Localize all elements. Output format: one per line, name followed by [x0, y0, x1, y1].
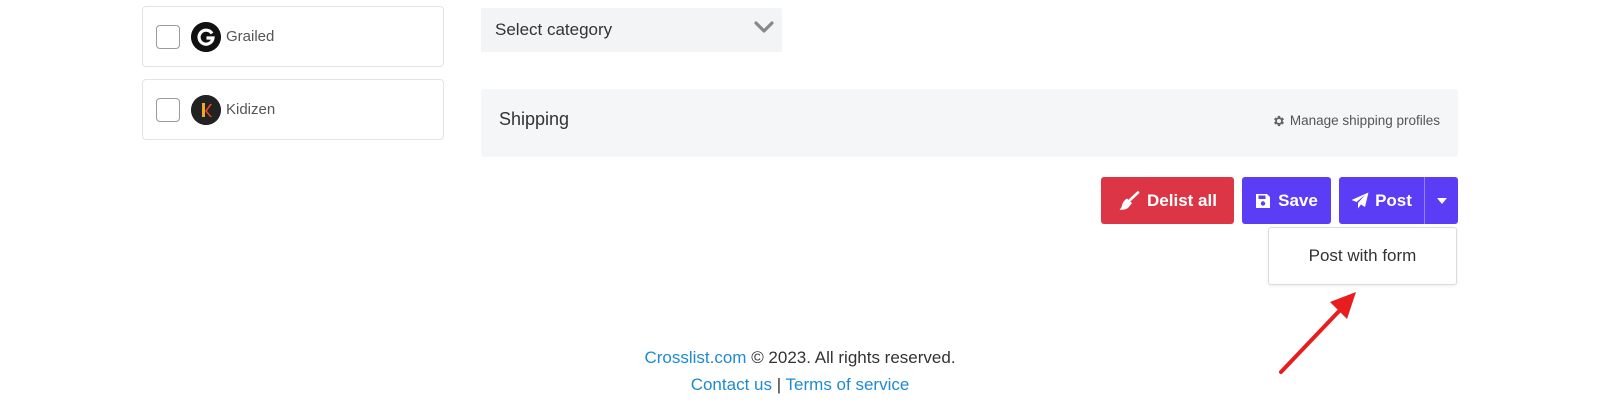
- post-with-form-menu-item[interactable]: Post with form: [1269, 228, 1456, 284]
- chevron-down-icon: [754, 20, 774, 39]
- post-dropdown-toggle[interactable]: [1425, 177, 1458, 224]
- marketplace-card-grailed[interactable]: Grailed: [142, 6, 444, 67]
- post-split-button: Post: [1339, 177, 1458, 224]
- marketplace-card-kidizen[interactable]: Kidizen: [142, 79, 444, 140]
- floppy-disk-icon: [1256, 193, 1271, 208]
- delist-all-button[interactable]: Delist all: [1101, 177, 1234, 224]
- crosslist-home-link[interactable]: Crosslist.com: [644, 348, 746, 367]
- contact-us-link[interactable]: Contact us: [691, 375, 772, 394]
- shipping-title: Shipping: [499, 109, 570, 129]
- broom-icon: [1119, 190, 1140, 210]
- category-select[interactable]: Select category: [481, 8, 782, 52]
- manage-shipping-label: Manage shipping profiles: [1289, 113, 1440, 128]
- grailed-checkbox[interactable]: [156, 24, 180, 49]
- footer-copyright: Crosslist.com © 2023. All rights reserve…: [0, 348, 1600, 368]
- kidizen-checkbox[interactable]: [156, 97, 180, 122]
- footer-separator: |: [776, 375, 782, 394]
- save-button[interactable]: Save: [1242, 177, 1331, 224]
- kidizen-logo-icon: [191, 94, 221, 125]
- caret-down-icon: [1436, 197, 1447, 204]
- footer-links: Contact us | Terms of service: [0, 375, 1600, 395]
- shipping-panel: Shipping Manage shipping profiles: [481, 89, 1458, 157]
- category-select-value: Select category: [495, 20, 613, 39]
- manage-shipping-profiles-link[interactable]: Manage shipping profiles: [1272, 113, 1440, 128]
- paper-plane-icon: [1351, 192, 1369, 209]
- terms-of-service-link[interactable]: Terms of service: [786, 375, 910, 394]
- copyright-text: © 2023. All rights reserved.: [751, 348, 956, 367]
- delist-all-label: Delist all: [1147, 190, 1217, 210]
- marketplace-label: Grailed: [226, 28, 275, 45]
- post-button[interactable]: Post: [1339, 177, 1425, 224]
- save-label: Save: [1278, 190, 1318, 210]
- post-dropdown-menu: Post with form: [1268, 227, 1457, 285]
- post-label: Post: [1375, 190, 1412, 210]
- marketplace-label: Kidizen: [226, 101, 276, 118]
- gear-icon: [1273, 115, 1284, 126]
- grailed-logo-icon: [191, 21, 221, 52]
